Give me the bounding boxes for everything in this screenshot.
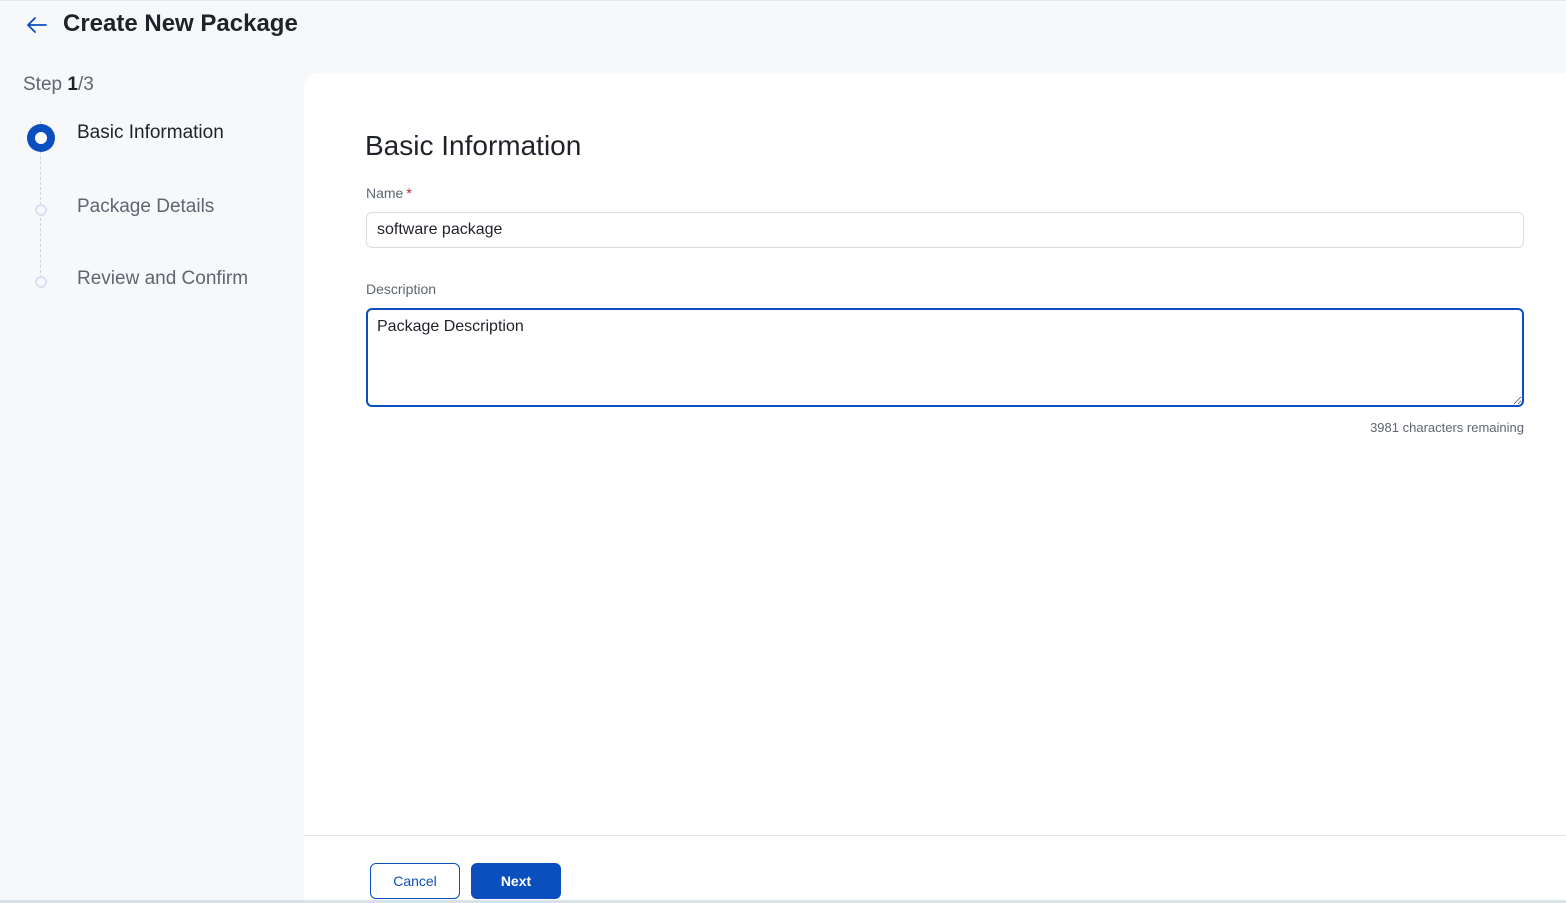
- step-package-details[interactable]: Package Details: [0, 192, 304, 226]
- next-button[interactable]: Next: [471, 863, 561, 899]
- characters-remaining: 3981 characters remaining: [1370, 420, 1524, 435]
- create-package-page: Create New Package Step 1/3 Basic Inform…: [0, 0, 1566, 903]
- description-textarea[interactable]: Package Description: [366, 308, 1524, 407]
- step-counter: Step 1/3: [23, 74, 94, 96]
- current-step: 1: [67, 74, 78, 95]
- arrow-left-icon: [27, 17, 47, 33]
- name-label-text: Name: [366, 185, 404, 201]
- total-steps: /3: [77, 74, 94, 95]
- step-label: Review and Confirm: [77, 268, 249, 289]
- top-divider: [0, 0, 1566, 1]
- section-title: Basic Information: [365, 130, 582, 161]
- step-inactive-indicator-icon: [35, 204, 47, 216]
- name-label: Name *: [366, 185, 412, 201]
- step-inactive-indicator-icon: [35, 276, 47, 288]
- step-basic-information[interactable]: Basic Information: [0, 118, 304, 152]
- step-active-indicator-icon: [27, 124, 55, 152]
- back-button[interactable]: [24, 12, 50, 38]
- required-marker: *: [406, 185, 412, 201]
- page-title: Create New Package: [63, 10, 298, 37]
- step-prefix: Step: [23, 74, 63, 95]
- step-label: Package Details: [77, 196, 215, 217]
- name-input[interactable]: [366, 212, 1524, 248]
- stepper-sidebar: Step 1/3 Basic Information Package Detai…: [0, 73, 304, 903]
- step-label: Basic Information: [77, 122, 224, 143]
- cancel-button[interactable]: Cancel: [370, 863, 460, 899]
- description-label: Description: [366, 281, 437, 297]
- form-footer: Cancel Next: [304, 835, 1566, 903]
- step-review-and-confirm[interactable]: Review and Confirm: [0, 264, 304, 298]
- form-panel: Basic Information Name* Description Pack…: [304, 73, 1566, 835]
